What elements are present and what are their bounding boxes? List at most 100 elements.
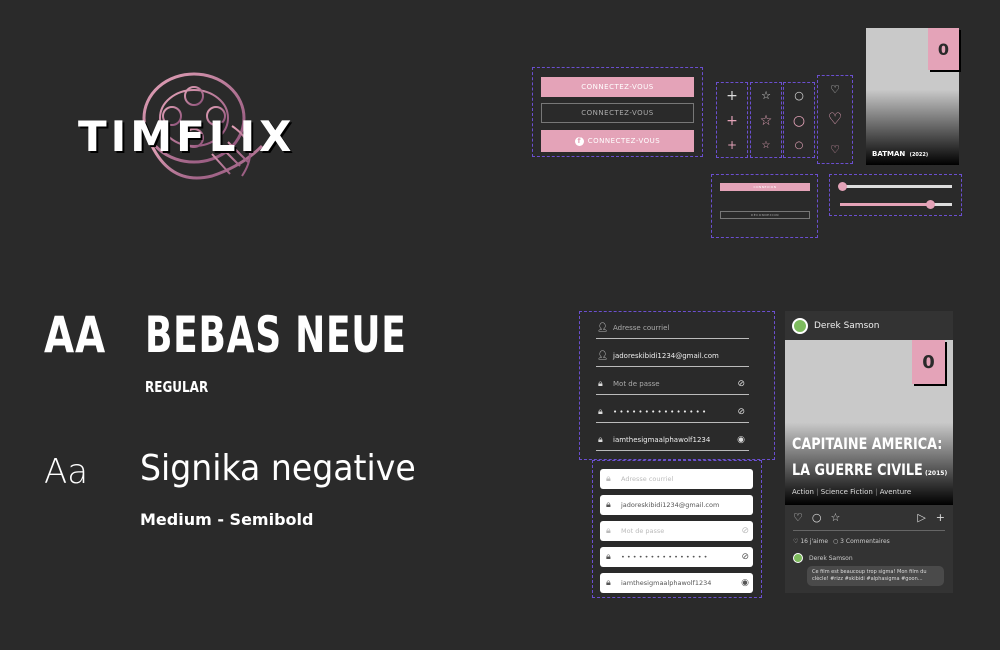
eye-icon[interactable]: ◉ <box>737 435 745 445</box>
eye-off-icon[interactable]: ⊘ <box>737 379 745 389</box>
slider-thumb-2[interactable] <box>926 200 935 209</box>
avatar[interactable] <box>792 318 808 334</box>
eye-icon[interactable]: ◉ <box>741 578 749 588</box>
poster-caption: BATMAN (2022) <box>872 150 928 158</box>
sliders-group <box>829 174 962 216</box>
eye-off-icon[interactable]: ⊘ <box>737 407 745 417</box>
field-text: iamthesigmaalphawolf1234 <box>613 435 711 444</box>
plus-icon-active[interactable]: + <box>726 114 738 128</box>
star-icon-active[interactable]: ☆ <box>760 114 773 128</box>
comment-bubble: Ce film est beaucoup trop sigma! Mon fil… <box>807 566 944 586</box>
password-field-visible-light[interactable]: 🔒︎ iamthesigmaalphawolf1234 ◉ <box>600 573 753 593</box>
login-button[interactable]: CONNECTEZ-VOUS <box>541 77 694 97</box>
heart-icon[interactable]: ♡ <box>793 511 803 524</box>
play-icon[interactable]: ▷ <box>917 511 925 524</box>
font-weight-primary: REGULAR <box>145 378 209 396</box>
card-title-2-text: LA GUERRE CIVILE <box>792 460 923 479</box>
comment-icons-group: ○ ○ ○ <box>783 82 815 158</box>
facebook-login-button[interactable]: f CONNECTEZ-VOUS <box>541 130 694 152</box>
email-field-empty-light[interactable]: 🔒︎ Adresse courriel <box>600 469 753 489</box>
card-actions-right: ▷ + <box>917 511 945 524</box>
genre-tag[interactable]: Action <box>792 488 814 496</box>
plus-icon[interactable]: + <box>726 89 738 103</box>
user-icon: 👤︎ <box>597 350 609 361</box>
card-author[interactable]: Derek Samson <box>814 321 879 331</box>
slider-track[interactable] <box>840 185 952 188</box>
lock-icon: 🔒︎ <box>606 526 611 536</box>
comment-icon: ○ <box>833 538 839 545</box>
slider-thumb[interactable] <box>838 182 847 191</box>
genre-tag[interactable]: Aventure <box>880 488 911 496</box>
user-icon: 👤︎ <box>597 322 609 333</box>
logo-text: TIMFLIX <box>78 112 296 161</box>
comment-avatar[interactable] <box>793 553 803 563</box>
font-name-primary: BEBAS NEUE <box>145 306 407 364</box>
font-sample-primary: AA <box>44 306 106 364</box>
email-field-filled[interactable]: 👤︎ jadoreskibidi1234@gmail.com <box>596 345 749 367</box>
card-poster[interactable]: 0 CAPITAINE AMERICA: LA GUERRE CIVILE (2… <box>785 340 953 505</box>
password-field-visible[interactable]: 🔒︎ iamthesigmaalphawolf1234 ◉ <box>596 429 749 451</box>
comment-author[interactable]: Derek Samson <box>809 555 853 562</box>
card-title-1: CAPITAINE AMERICA: <box>792 434 943 453</box>
password-field-hidden[interactable]: 🔒︎ • • • • • • • • • • • • • • • ⊘ <box>596 401 749 423</box>
lock-icon: 🔒︎ <box>606 552 611 562</box>
user-icon: 🔒︎ <box>606 500 611 510</box>
field-text: Adresse courriel <box>613 323 670 332</box>
password-field-empty[interactable]: 🔒︎ Mot de passe ⊘ <box>596 373 749 395</box>
star-icon[interactable]: ☆ <box>830 511 840 524</box>
comments-text: 3 Commentaires <box>840 538 890 545</box>
comment-icon[interactable]: ○ <box>794 90 804 101</box>
lock-icon: 🔒︎ <box>598 378 603 389</box>
genre-tag[interactable]: Science Fiction <box>821 488 873 496</box>
card-genres: Action | Science Fiction | Aventure <box>792 488 912 496</box>
field-text: • • • • • • • • • • • • • • • <box>621 553 708 561</box>
password-field-empty-light[interactable]: 🔒︎ Mot de passe ⊘ <box>600 521 753 541</box>
connexion-button[interactable]: CONNEXION <box>720 183 810 191</box>
comment-icon-small[interactable]: ○ <box>795 140 804 151</box>
card-actions-left: ♡ ○ ☆ <box>793 511 840 524</box>
comment-icon[interactable]: ○ <box>812 511 822 524</box>
card-year: (2015) <box>925 470 948 477</box>
lock-icon: 🔒︎ <box>606 578 611 588</box>
comment-icon-active[interactable]: ○ <box>793 114 805 128</box>
heart-icon-active[interactable]: ♡ <box>828 111 842 127</box>
user-icon: 🔒︎ <box>606 474 611 484</box>
field-text: Adresse courriel <box>621 475 674 483</box>
poster-year: (2022) <box>909 152 929 158</box>
star-icon[interactable]: ☆ <box>761 90 771 101</box>
font-sample-secondary: Aa <box>44 452 89 492</box>
field-text: jadoreskibidi1234@gmail.com <box>613 351 719 360</box>
heart-icon: ♡ <box>793 538 799 545</box>
field-text: Mot de passe <box>613 379 660 388</box>
field-text: • • • • • • • • • • • • • • • <box>613 407 707 416</box>
plus-icons-group: + + + <box>716 82 748 158</box>
deconnexion-button[interactable]: DÉCONNEXION <box>720 211 810 219</box>
plus-icon-small[interactable]: + <box>727 139 737 151</box>
rating-badge: 0 <box>928 28 959 70</box>
heart-icon[interactable]: ♡ <box>830 84 840 95</box>
star-icons-group: ☆ ☆ ☆ <box>750 82 782 158</box>
password-field-hidden-light[interactable]: 🔒︎ • • • • • • • • • • • • • • • ⊘ <box>600 547 753 567</box>
login-outline-button[interactable]: CONNECTEZ-VOUS <box>541 103 694 123</box>
movie-poster-batman[interactable]: 0 BATMAN (2022) <box>866 28 959 165</box>
likes-text: 16 j'aime <box>800 538 829 545</box>
email-field-filled-light[interactable]: 🔒︎ jadoreskibidi1234@gmail.com <box>600 495 753 515</box>
comments-count[interactable]: ○ 3 Commentaires <box>833 538 890 545</box>
poster-title: BATMAN <box>872 150 906 158</box>
font-name-secondary: Signika negative <box>140 448 416 489</box>
movie-card: Derek Samson 0 CAPITAINE AMERICA: LA GUE… <box>785 311 953 593</box>
lock-icon: 🔒︎ <box>598 434 603 445</box>
lock-icon: 🔒︎ <box>598 406 603 417</box>
font-weight-secondary: Medium - Semibold <box>140 510 314 529</box>
heart-icons-group: ♡ ♡ ♡ <box>817 75 853 164</box>
card-rating-badge: 0 <box>912 340 945 384</box>
field-text: Mot de passe <box>621 527 665 535</box>
plus-icon[interactable]: + <box>936 511 945 524</box>
field-text: jadoreskibidi1234@gmail.com <box>621 501 720 509</box>
heart-icon-small[interactable]: ♡ <box>830 144 840 155</box>
eye-off-icon[interactable]: ⊘ <box>741 526 749 536</box>
field-text: iamthesigmaalphawolf1234 <box>621 579 712 587</box>
eye-off-icon[interactable]: ⊘ <box>741 552 749 562</box>
email-field-empty[interactable]: 👤︎ Adresse courriel <box>596 317 749 339</box>
star-icon-small[interactable]: ☆ <box>762 140 771 151</box>
